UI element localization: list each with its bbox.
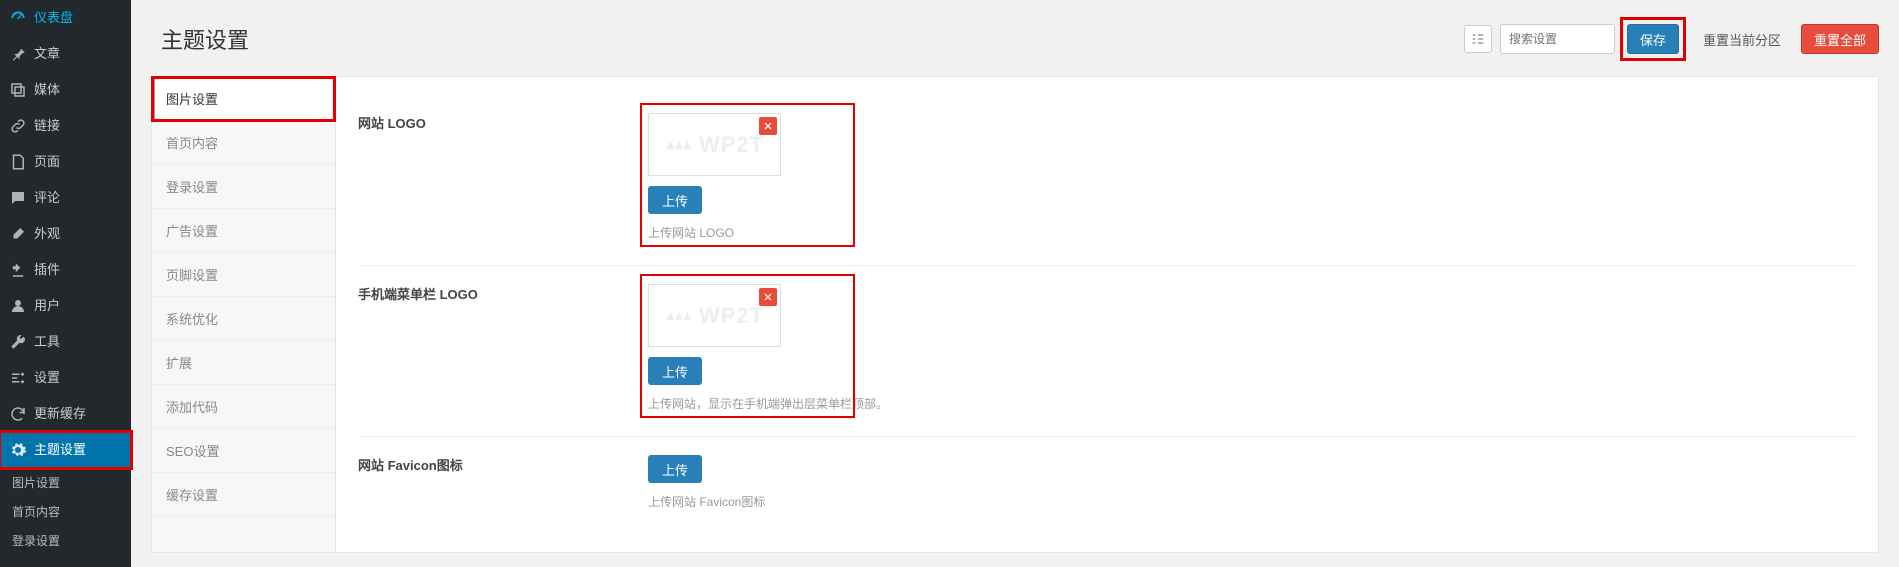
reset-section-button[interactable]: 重置当前分区 [1691,24,1793,54]
dashboard-icon [8,8,28,28]
tab-ad-settings[interactable]: 广告设置 [152,209,335,253]
settings-body: 网站 LOGO WP2T 上传 [336,77,1878,552]
media-preview: WP2T [648,113,781,176]
sidebar-item-label: 评论 [34,189,60,207]
admin-sub-item[interactable]: 登录设置 [0,526,131,555]
field-control: 上传 上传网站 Favicon图标 [648,455,765,510]
brush-icon [8,224,28,244]
settings-tabs: 图片设置 首页内容 登录设置 广告设置 页脚设置 系统优化 扩展 添加代码 SE… [152,77,336,552]
sidebar-item-cache[interactable]: 更新缓存 [0,396,131,432]
tab-footer-settings[interactable]: 页脚设置 [152,253,335,297]
media-icon [8,80,28,100]
sidebar-item-users[interactable]: 用户 [0,288,131,324]
reset-all-button[interactable]: 重置全部 [1801,24,1879,54]
sidebar-item-theme-settings[interactable]: 主题设置 [0,432,131,468]
upload-button[interactable]: 上传 [648,357,702,385]
admin-submenu: 图片设置 首页内容 登录设置 [0,468,131,555]
field-description: 上传网站，显示在手机端弹出层菜单栏顶部。 [648,395,888,412]
sidebar-item-label: 页面 [34,153,60,171]
sidebar-item-label: 工具 [34,333,60,351]
admin-sub-item[interactable]: 首页内容 [0,497,131,526]
field-description: 上传网站 Favicon图标 [648,493,765,510]
field-control: WP2T 上传 上传网站，显示在手机端弹出层菜单栏顶部。 [648,284,888,412]
field-label: 网站 Favicon图标 [358,455,648,510]
sidebar-item-pages[interactable]: 页面 [0,144,131,180]
tab-extensions[interactable]: 扩展 [152,341,335,385]
tab-add-code[interactable]: 添加代码 [152,385,335,429]
upload-button[interactable]: 上传 [648,186,702,214]
tab-home-content[interactable]: 首页内容 [152,121,335,165]
sidebar-item-media[interactable]: 媒体 [0,72,131,108]
page-header: 主题设置 保存 重置当前分区 重置全部 [151,10,1879,76]
page-title: 主题设置 [161,23,249,55]
sidebar-item-label: 文章 [34,45,60,63]
close-icon [763,292,773,302]
sidebar-item-dashboard[interactable]: 仪表盘 [0,0,131,36]
pin-icon [8,44,28,64]
sidebar-item-settings[interactable]: 设置 [0,360,131,396]
admin-menu: 仪表盘 文章 媒体 链接 页面 评论 外观 插件 用户 工具 设置 更新缓存 主… [0,0,131,468]
sidebar-item-label: 更新缓存 [34,405,86,423]
sidebar-item-label: 插件 [34,261,60,279]
sidebar-item-label: 设置 [34,369,60,387]
upload-button[interactable]: 上传 [648,455,702,483]
settings-icon [8,368,28,388]
save-button[interactable]: 保存 [1627,24,1679,54]
tab-seo-settings[interactable]: SEO设置 [152,429,335,473]
sidebar-item-label: 媒体 [34,81,60,99]
field-description: 上传网站 LOGO [648,224,781,241]
link-icon [8,116,28,136]
field-favicon: 网站 Favicon图标 上传 上传网站 Favicon图标 [358,437,1856,534]
sidebar-item-label: 主题设置 [34,441,86,459]
save-button-highlight: 保存 [1623,20,1683,58]
user-icon [8,296,28,316]
sidebar-item-label: 仪表盘 [34,9,73,27]
field-label: 网站 LOGO [358,113,648,241]
close-icon [763,121,773,131]
list-icon [1470,31,1486,47]
tab-login-settings[interactable]: 登录设置 [152,165,335,209]
comment-icon [8,188,28,208]
tab-cache-settings[interactable]: 缓存设置 [152,473,335,517]
sidebar-item-comments[interactable]: 评论 [0,180,131,216]
sidebar-item-label: 链接 [34,117,60,135]
sidebar-item-appearance[interactable]: 外观 [0,216,131,252]
sidebar-item-tools[interactable]: 工具 [0,324,131,360]
field-label: 手机端菜单栏 LOGO [358,284,648,412]
tool-icon [8,332,28,352]
refresh-icon [8,404,28,424]
remove-media-button[interactable] [759,288,777,306]
watermark-logo: WP2T [665,132,764,158]
field-mobile-logo: 手机端菜单栏 LOGO WP2T 上传 [358,266,1856,437]
search-input[interactable] [1500,24,1615,54]
sidebar-item-posts[interactable]: 文章 [0,36,131,72]
sidebar-item-label: 用户 [34,297,60,315]
tab-system-optimize[interactable]: 系统优化 [152,297,335,341]
settings-panel: 图片设置 首页内容 登录设置 广告设置 页脚设置 系统优化 扩展 添加代码 SE… [151,76,1879,553]
field-site-logo: 网站 LOGO WP2T 上传 [358,95,1856,266]
sidebar-item-links[interactable]: 链接 [0,108,131,144]
main-content: 主题设置 保存 重置当前分区 重置全部 图片设置 首页内容 登录设置 广告 [131,0,1899,567]
plugin-icon [8,260,28,280]
header-actions: 保存 重置当前分区 重置全部 [1464,20,1879,58]
admin-sub-item[interactable]: 图片设置 [0,468,131,497]
admin-sidebar: 仪表盘 文章 媒体 链接 页面 评论 外观 插件 用户 工具 设置 更新缓存 主… [0,0,131,567]
tab-image-settings[interactable]: 图片设置 [152,77,335,121]
field-control: WP2T 上传 上传网站 LOGO [648,113,781,241]
watermark-logo: WP2T [665,303,764,329]
gear-icon [8,440,28,460]
sidebar-item-label: 外观 [34,225,60,243]
page-icon [8,152,28,172]
expand-all-button[interactable] [1464,25,1492,53]
sidebar-item-plugins[interactable]: 插件 [0,252,131,288]
media-preview: WP2T [648,284,781,347]
remove-media-button[interactable] [759,117,777,135]
